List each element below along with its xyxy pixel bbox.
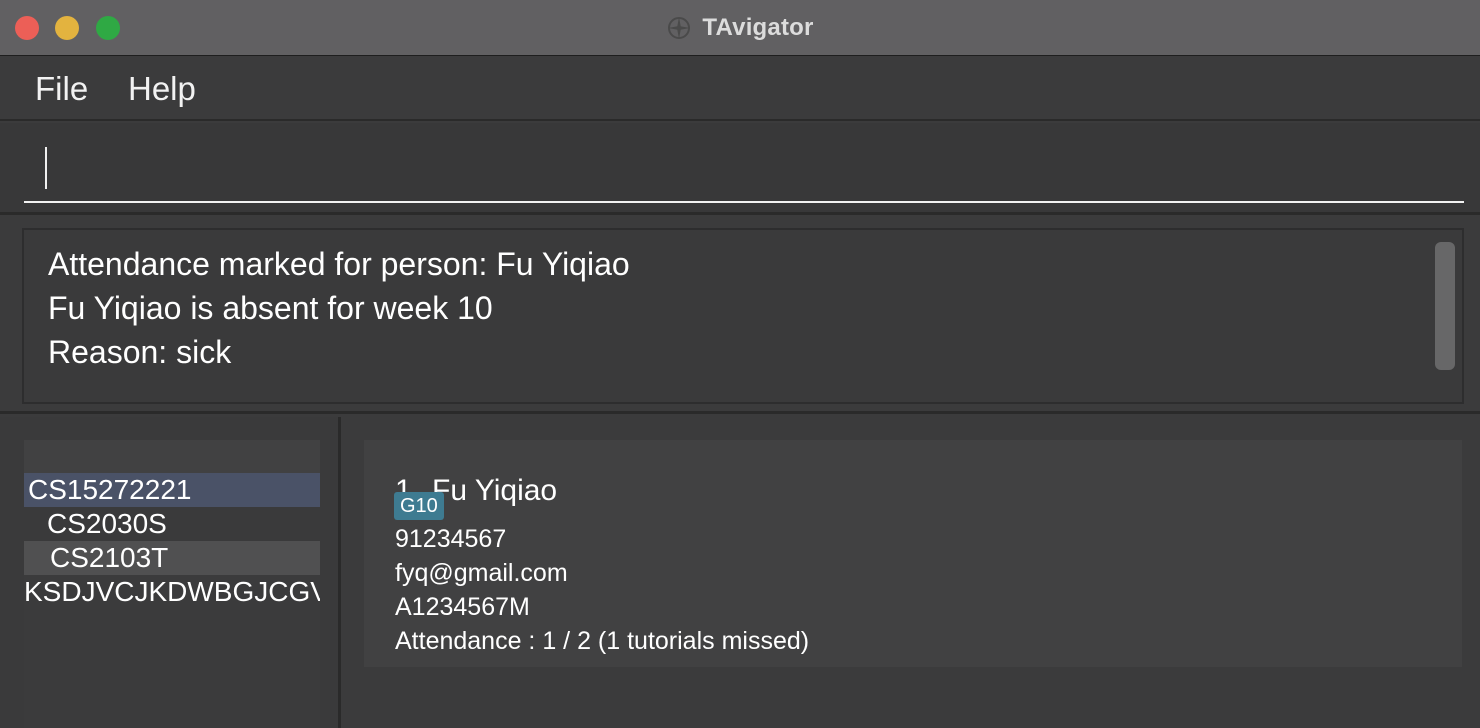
window-title-group: TAvigator: [0, 0, 1480, 56]
result-display-area: Attendance marked for person: Fu Yiqiao …: [0, 218, 1480, 414]
person-email: fyq@gmail.com: [395, 559, 568, 587]
person-phone: 91234567: [395, 525, 507, 553]
person-name: Fu Yiqiao: [432, 474, 558, 507]
person-student-id: A1234567M: [395, 593, 530, 621]
app-window: TAvigator File Help Attendance marked fo…: [0, 0, 1480, 728]
menu-help[interactable]: Help: [128, 69, 196, 109]
result-line: Reason: sick: [48, 334, 232, 370]
title-bar[interactable]: TAvigator: [0, 0, 1480, 56]
result-display[interactable]: Attendance marked for person: Fu Yiqiao …: [22, 228, 1464, 404]
menu-file[interactable]: File: [35, 69, 88, 109]
class-list-item[interactable]: CS15272221: [24, 473, 320, 507]
command-box: [0, 123, 1480, 215]
result-scrollbar[interactable]: [1435, 242, 1455, 370]
window-title: TAvigator: [702, 14, 814, 41]
group-tag: G10: [394, 492, 444, 520]
person-attendance: Attendance : 1 / 2 (1 tutorials missed): [395, 627, 810, 655]
class-list-item[interactable]: CS2030S: [24, 507, 320, 541]
person-list-panel: 1. Fu Yiqiao G10 91234567 fyq@gmail.com A…: [344, 417, 1480, 728]
command-input[interactable]: [24, 137, 1464, 203]
person-card[interactable]: 1. Fu Yiqiao G10 91234567 fyq@gmail.com A…: [364, 440, 1462, 667]
class-list-header: [24, 440, 320, 473]
result-line: Fu Yiqiao is absent for week 10: [48, 290, 493, 326]
text-caret: [45, 147, 47, 189]
class-list-item[interactable]: KSDJVCJKDWBGJCGV: [24, 575, 320, 609]
compass-icon: [668, 17, 691, 39]
result-line: Attendance marked for person: Fu Yiqiao: [48, 246, 630, 282]
class-list[interactable]: CS15272221 CS2030S CS2103T KSDJVCJKDWBGJ…: [24, 440, 320, 728]
class-list-item[interactable]: CS2103T: [24, 541, 320, 575]
menu-bar: File Help: [0, 57, 1480, 121]
main-content: CS15272221 CS2030S CS2103T KSDJVCJKDWBGJ…: [0, 417, 1480, 728]
class-list-panel: CS15272221 CS2030S CS2103T KSDJVCJKDWBGJ…: [0, 417, 341, 728]
